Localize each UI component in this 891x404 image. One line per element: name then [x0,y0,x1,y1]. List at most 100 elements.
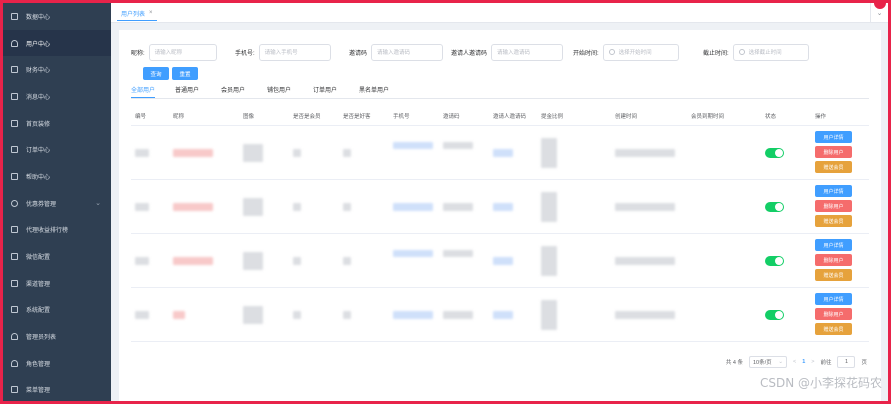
column-header: 编号 [135,114,147,120]
sidebar-item-channels[interactable]: 渠道管理 [3,270,111,297]
status-toggle[interactable] [765,148,784,158]
chevron-down-icon: ⌄ [778,359,783,365]
id-cell [135,311,149,319]
sidebar-item-label: 订单中心 [26,148,51,155]
created-time-cell [615,203,675,211]
goto-page-input[interactable]: 1 [837,356,856,368]
sidebar-item-roles[interactable]: 角色管理 [3,350,111,377]
settings-list-icon [11,306,18,314]
status-toggle[interactable] [765,202,784,212]
pagination: 共 4 条 10条/页 ⌄ < 1 > 前往 1 页 [726,355,867,369]
user-detail-button[interactable]: 用户详情 [815,131,852,143]
end-time-picker[interactable]: 选择截止时间 [732,43,809,61]
sidebar-item-system[interactable]: 系统配置 [3,297,111,324]
clock-icon [608,49,615,55]
sidebar-item-menus[interactable]: 菜单管理 [3,377,111,401]
invite-code-cell [443,311,473,319]
total-count: 共 4 条 [725,360,743,366]
sidebar-item-wechat[interactable]: 微信配置 [3,243,111,270]
chevron-down-icon: ⌄ [95,200,101,208]
member-cell [293,203,301,211]
prev-page-button[interactable]: < [793,359,796,365]
table-header: 编号 昵称 图像 是否是会员 是否是好客 手机号 邀请码 邀请人邀请码 提金比例… [131,104,869,126]
sidebar-item-finance[interactable]: 财务中心 [3,56,111,83]
watermark: CSDN @小李探花码农 [759,376,882,390]
sidebar-item-admins[interactable]: 管理员列表 [3,323,111,350]
phone-input[interactable]: 请输入手机号 [258,43,331,61]
tab-normal-users[interactable]: 普通用户 [175,85,199,94]
next-page-button[interactable]: > [811,359,814,365]
sidebar-item-coupons[interactable]: 优惠券管理 ⌄ [3,190,111,217]
gift-member-button[interactable]: 赠送会员 [815,269,852,281]
delete-user-button[interactable]: 删除用户 [815,200,852,212]
tab-bar: 用户列表 × ⌄ [111,3,888,23]
column-header: 昵称 [173,114,185,120]
inviter-code-cell [493,311,513,319]
delete-user-button[interactable]: 删除用户 [815,308,852,320]
column-header: 操作 [815,114,827,120]
user-type-tabs: 全部用户 普通用户 会员用户 铺包用户 订单用户 黑名单用户 [131,85,869,99]
sidebar-item-agent-ranking[interactable]: 代理收益排行榜 [3,217,111,244]
start-time-placeholder: 选择开始时间 [618,50,652,56]
status-toggle[interactable] [765,310,784,320]
tab-member-users[interactable]: 会员用户 [221,85,245,94]
filter-invite-code: 邀请码 请输入邀请码 [349,43,444,61]
sidebar-item-messages[interactable]: 消息中心 [3,83,111,110]
end-time-placeholder: 选择截止时间 [748,50,782,56]
sidebar-item-orders[interactable]: 订单中心 [3,136,111,163]
column-header: 创建时间 [615,114,638,120]
reset-button[interactable]: 重置 [172,67,198,80]
tab-order-users[interactable]: 订单用户 [313,85,337,94]
status-toggle[interactable] [765,256,784,266]
user-detail-button[interactable]: 用户详情 [815,293,852,305]
goto-label: 前往 [820,360,832,366]
nickname-input[interactable]: 请输入昵称 [148,43,217,61]
invite-code-cell [443,203,473,211]
phone-label: 手机号: [235,50,255,57]
user-detail-button[interactable]: 用户详情 [815,185,852,197]
table-row: 用户详情 删除用户 赠送会员 [131,126,869,180]
search-button[interactable]: 查询 [143,67,169,80]
sidebar-item-help[interactable]: 帮助中心 [3,163,111,190]
gift-member-button[interactable]: 赠送会员 [815,323,852,335]
gift-member-button[interactable]: 赠送会员 [815,161,852,173]
start-time-label: 开始时间: [573,50,599,57]
tab-blacklist-users[interactable]: 黑名单用户 [359,85,389,94]
sidebar-item-home-decor[interactable]: 首页装修 [3,110,111,137]
column-header: 是否是会员 [293,114,321,120]
avatar [243,306,263,324]
square-icon [11,12,18,20]
start-time-picker[interactable]: 选择开始时间 [602,43,679,61]
channel-icon [11,279,18,287]
filter-nickname: 昵称: 请输入昵称 [131,43,217,61]
tab-all-users[interactable]: 全部用户 [131,85,156,98]
created-time-cell [615,311,675,319]
column-header: 邀请码 [443,114,460,120]
page-size-select[interactable]: 10条/页 ⌄ [748,356,787,368]
delete-user-button[interactable]: 删除用户 [815,146,852,158]
sidebar-item-label: 用户中心 [26,41,51,48]
invite-code-label: 邀请码 [349,50,368,57]
column-header: 图像 [243,114,255,120]
main-area: 用户列表 × ⌄ 昵称: 请输入昵称 手机号: 请输入手机号 邀请码 请输入邀请… [111,3,888,401]
inviter-code-input[interactable]: 请输入邀请码 [491,43,564,61]
phone-cell [393,142,433,149]
delete-user-button[interactable]: 删除用户 [815,254,852,266]
filter-bar: 昵称: 请输入昵称 手机号: 请输入手机号 邀请码 请输入邀请码 邀请人邀请码 … [131,43,869,61]
tab-package-users[interactable]: 铺包用户 [267,85,291,94]
invite-code-input[interactable]: 请输入邀请码 [371,43,444,61]
close-icon[interactable]: × [149,10,153,16]
user-detail-button[interactable]: 用户详情 [815,239,852,251]
inviter-code-cell [493,257,513,265]
admin-icon [11,333,18,341]
nickname-cell [173,311,185,319]
sidebar-item-label: 微信配置 [26,255,51,262]
page-number[interactable]: 1 [802,359,805,365]
inviter-code-cell [493,203,513,211]
gift-member-button[interactable]: 赠送会员 [815,215,852,227]
sidebar-item-label: 菜单管理 [26,388,51,395]
tab-user-list[interactable]: 用户列表 × [117,6,157,21]
sidebar-item-data[interactable]: 数据中心 [3,3,111,30]
page-suffix: 页 [861,360,867,366]
sidebar-item-users[interactable]: 用户中心 [3,29,111,57]
